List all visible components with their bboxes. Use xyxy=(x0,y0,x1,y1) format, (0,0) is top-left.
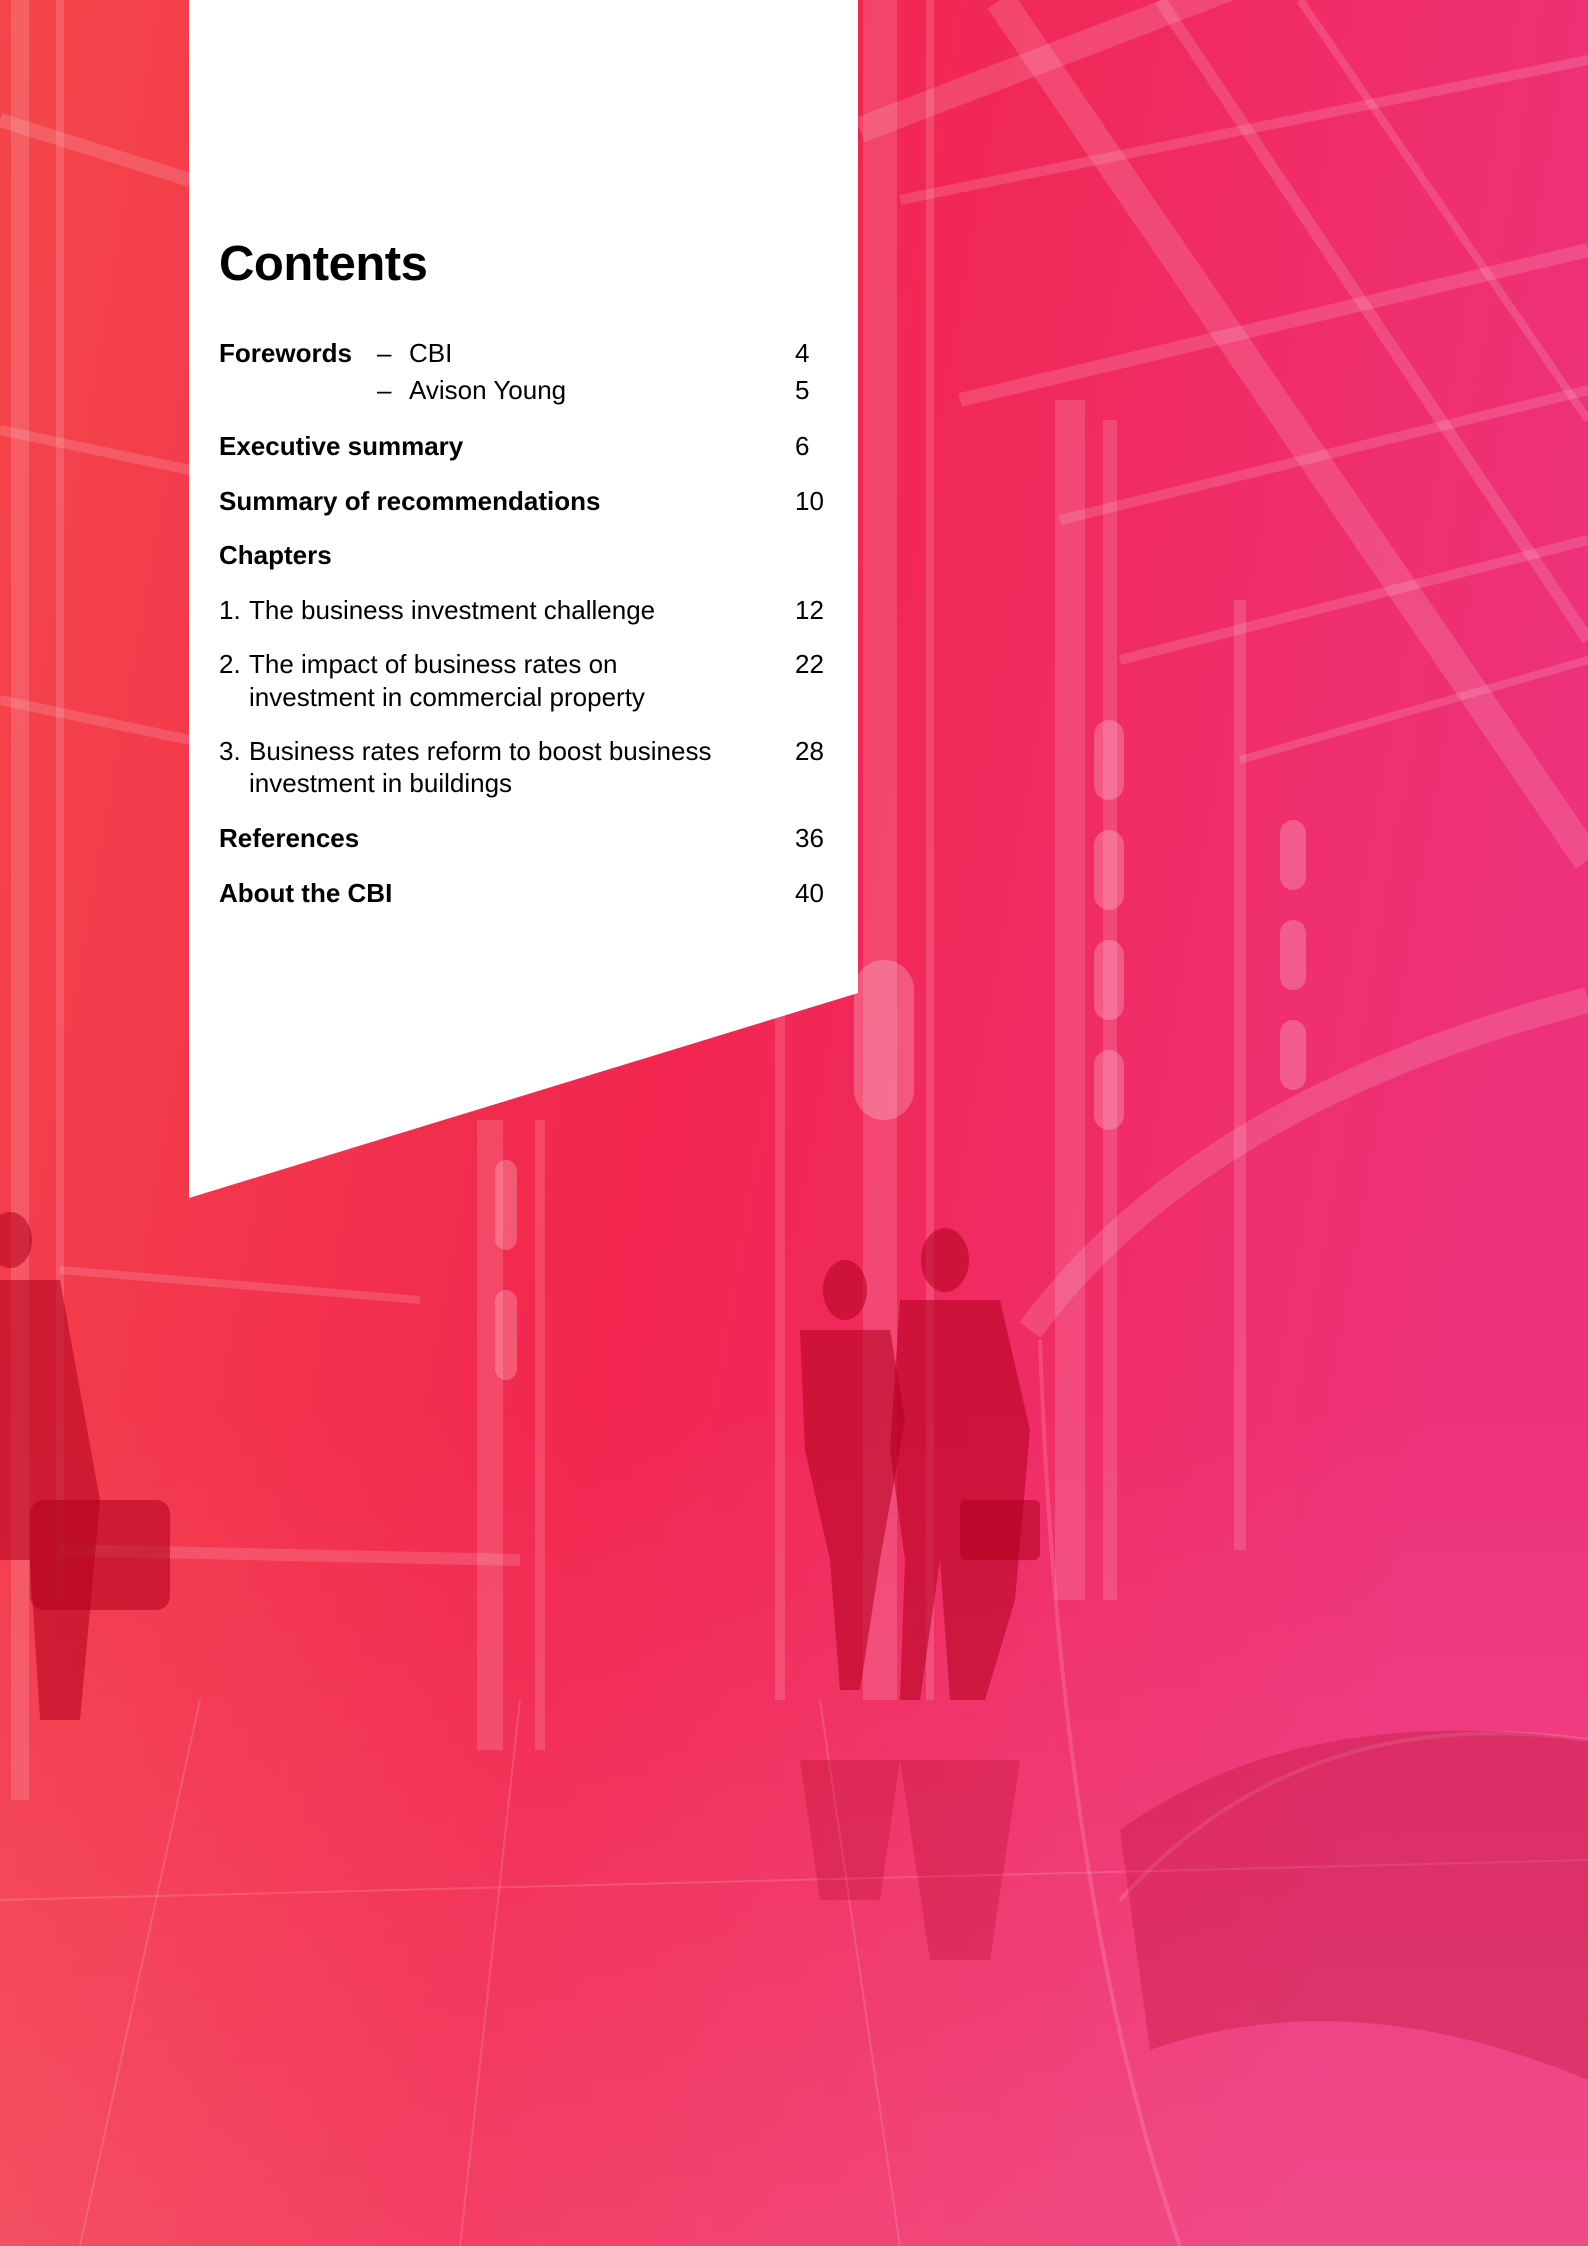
toc-page-number: 6 xyxy=(795,431,810,461)
toc-chapter-title: Business rates reform to boost business xyxy=(249,736,712,766)
toc-sub-label: CBI xyxy=(409,338,453,368)
toc-label: Chapters xyxy=(219,540,332,570)
toc-dash: – xyxy=(377,338,392,368)
toc-label: Forewords xyxy=(219,338,352,368)
toc-label: Summary of recommendations xyxy=(219,486,601,516)
toc-page-number: 28 xyxy=(795,736,824,766)
toc-page-number: 10 xyxy=(795,486,824,516)
toc-label: References xyxy=(219,823,360,853)
toc-chapter-title-continued: investment in buildings xyxy=(249,768,513,798)
toc-chapter-number: 2. xyxy=(219,649,241,679)
toc-dash: – xyxy=(377,375,392,405)
toc-page-number: 36 xyxy=(795,823,824,853)
toc-page-number: 22 xyxy=(795,649,824,679)
toc-page-number: 4 xyxy=(795,338,810,368)
toc-label: About the CBI xyxy=(219,878,393,908)
toc-chapter-number: 1. xyxy=(219,595,241,625)
toc-sub-label: Avison Young xyxy=(409,375,567,405)
toc-page-number: 5 xyxy=(795,375,810,405)
toc-chapter-title-continued: investment in commercial property xyxy=(249,682,645,712)
toc-page-number: 12 xyxy=(795,595,824,625)
table-of-contents: Contents Forewords – CBI 4 – Avison Youn… xyxy=(219,0,827,960)
toc-label: Executive summary xyxy=(219,431,464,461)
toc-page-number: 40 xyxy=(795,878,824,908)
toc-chapter-title: The impact of business rates on xyxy=(249,649,618,679)
toc-chapter-number: 3. xyxy=(219,736,241,766)
page-title: Contents xyxy=(219,237,428,291)
toc-chapter-title: The business investment challenge xyxy=(249,595,656,625)
